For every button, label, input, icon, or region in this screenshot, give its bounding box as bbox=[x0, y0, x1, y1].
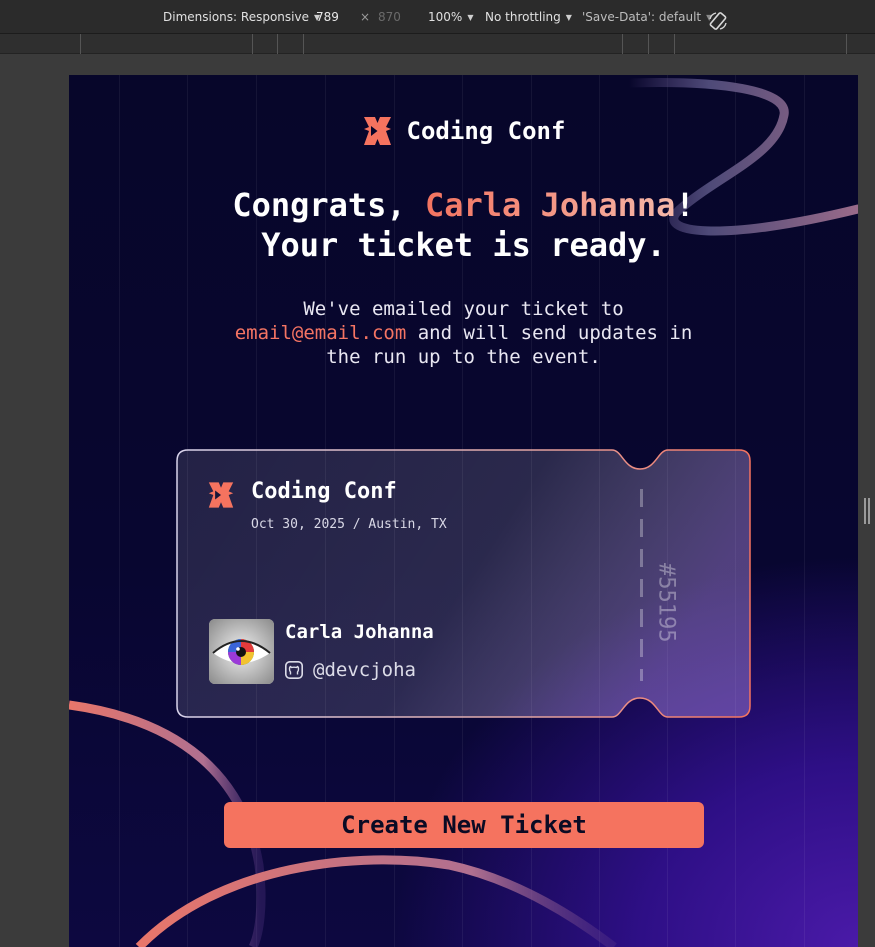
width-input[interactable]: 789 bbox=[316, 10, 339, 24]
throttling-value: No throttling bbox=[485, 10, 561, 24]
caret-down-icon: ▼ bbox=[565, 12, 572, 22]
ticket-date-location: Oct 30, 2025 / Austin, TX bbox=[251, 517, 447, 532]
headline-prefix: Congrats, bbox=[232, 186, 425, 224]
page-viewport: Coding Conf Congrats, Carla Johanna! You… bbox=[69, 75, 858, 947]
page-title: Congrats, Carla Johanna! Your ticket is … bbox=[69, 185, 858, 265]
headline-suffix: ! bbox=[675, 186, 695, 224]
height-value: 870 bbox=[378, 10, 401, 24]
ticket-card: Coding Conf Oct 30, 2025 / Austin, TX Ca… bbox=[176, 449, 751, 718]
save-data-dropdown[interactable]: 'Save-Data': default ▼ bbox=[582, 10, 712, 24]
viewport-resize-handle[interactable] bbox=[864, 498, 871, 524]
attendee-name-highlight: Carla Johanna bbox=[424, 186, 676, 224]
avatar bbox=[209, 619, 274, 684]
confirmation-message: We've emailed your ticket to email@email… bbox=[69, 297, 858, 369]
github-handle: @devcjoha bbox=[313, 659, 416, 681]
ticket-perforation bbox=[640, 489, 643, 681]
message-line2: and will send updates in bbox=[406, 322, 693, 344]
dimension-separator: × bbox=[360, 10, 371, 24]
zoom-dropdown[interactable]: 100% ▼ bbox=[428, 10, 473, 24]
throttling-dropdown[interactable]: No throttling ▼ bbox=[485, 10, 572, 24]
github-handle-row: @devcjoha bbox=[285, 659, 416, 681]
ticket-logo-icon bbox=[208, 482, 234, 508]
zoom-value: 100% bbox=[428, 10, 463, 24]
brand-header: Coding Conf bbox=[69, 115, 858, 147]
ticket-title: Coding Conf bbox=[251, 479, 397, 504]
message-line1: We've emailed your ticket to bbox=[303, 298, 624, 320]
attendee-name: Carla Johanna bbox=[285, 621, 434, 643]
save-data-value: 'Save-Data': default bbox=[582, 10, 702, 24]
brand-title: Coding Conf bbox=[406, 117, 566, 145]
github-icon bbox=[285, 661, 303, 679]
ticket-number: #55195 bbox=[653, 563, 679, 643]
coding-conf-logo-icon bbox=[363, 117, 391, 145]
avatar-eye-image bbox=[209, 619, 274, 684]
headline-line2: Your ticket is ready. bbox=[261, 226, 666, 264]
email-link[interactable]: email@email.com bbox=[235, 322, 407, 344]
dimensions-dropdown[interactable]: Dimensions: Responsive ▼ bbox=[163, 10, 320, 24]
media-query-ruler bbox=[0, 34, 875, 54]
devtools-device-toolbar: Dimensions: Responsive ▼ 789 × 870 100% … bbox=[0, 0, 875, 34]
height-input[interactable]: 870 bbox=[378, 10, 401, 24]
rotate-icon[interactable] bbox=[708, 11, 728, 31]
dimensions-label: Dimensions: Responsive bbox=[163, 10, 309, 24]
create-new-ticket-button[interactable]: Create New Ticket bbox=[224, 802, 704, 848]
message-line3: the run up to the event. bbox=[326, 346, 601, 368]
caret-down-icon: ▼ bbox=[467, 12, 474, 22]
width-value: 789 bbox=[316, 10, 339, 24]
